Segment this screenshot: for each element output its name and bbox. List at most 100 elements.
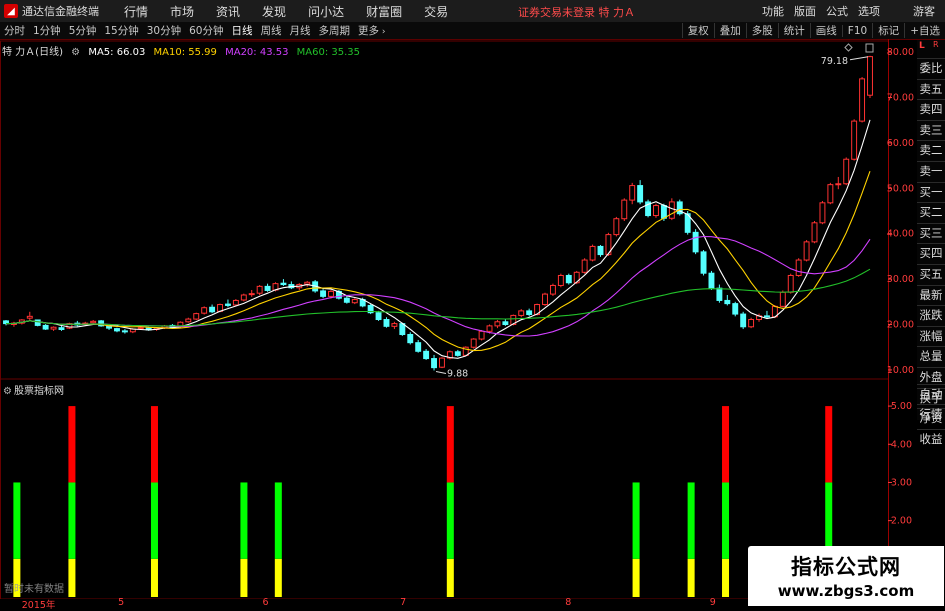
quote-tab[interactable]: 总量 xyxy=(917,346,945,367)
signal-bar xyxy=(446,406,454,597)
candle-body xyxy=(859,78,866,122)
menu-item-xuanxiang[interactable]: 选项 xyxy=(858,3,880,19)
signal-bar xyxy=(240,482,248,597)
quote-tab[interactable]: 卖三 xyxy=(917,119,945,141)
period-1min[interactable]: 1分钟 xyxy=(33,23,61,38)
candle-body xyxy=(597,245,604,256)
kline-chart[interactable]: 80.00 70.00 60.00 50.00 40.00 30.00 20.00 10.00… xyxy=(0,39,917,599)
candle xyxy=(676,199,683,216)
candle-body xyxy=(320,290,327,297)
candle-body xyxy=(431,358,437,369)
candle xyxy=(526,308,533,317)
period-more[interactable]: 更多 › xyxy=(358,23,385,38)
tool-huaxian[interactable]: 画线 xyxy=(809,23,842,38)
signal-segment-green xyxy=(274,482,282,559)
signal-segment-green xyxy=(240,482,248,559)
quote-tab[interactable]: 涨跌 xyxy=(917,305,945,326)
period-fenshi[interactable]: 分时 xyxy=(4,23,25,38)
candle xyxy=(653,203,659,218)
square-icon xyxy=(865,43,874,53)
candle xyxy=(42,324,49,330)
period-weekly[interactable]: 周线 xyxy=(261,23,282,38)
menu-item-caifuquan[interactable]: 财富圈 xyxy=(366,3,402,20)
menu-item-hangqing[interactable]: 行情 xyxy=(124,3,148,20)
candle xyxy=(3,319,9,326)
candle-body xyxy=(209,306,216,313)
quote-tab[interactable]: 委比 xyxy=(917,58,945,79)
panel-header-l[interactable]: L xyxy=(919,41,925,51)
quote-tab[interactable]: 买三 xyxy=(917,222,945,244)
panel-header-r[interactable]: R xyxy=(933,40,939,49)
candle xyxy=(589,244,596,262)
quote-tab[interactable]: 卖四 xyxy=(917,99,945,120)
panel-header: L R xyxy=(917,40,945,58)
quote-tab[interactable]: 卖五 xyxy=(917,78,945,100)
period-60min[interactable]: 60分钟 xyxy=(189,23,223,38)
menu-item-shichang[interactable]: 市场 xyxy=(170,3,194,20)
quote-tab[interactable]: 卖二 xyxy=(917,140,945,161)
ma20-label: MA20: 43.53 xyxy=(225,47,289,58)
period-5min[interactable]: 5分钟 xyxy=(69,23,97,38)
quote-tab[interactable]: 收益 xyxy=(917,428,945,450)
quote-tab[interactable]: 买五 xyxy=(917,263,945,285)
candle xyxy=(851,119,858,161)
period-multi[interactable]: 多周期 xyxy=(319,23,351,38)
indicator-title[interactable]: ⚙ 股票指标网 xyxy=(3,382,64,397)
candle xyxy=(708,270,715,291)
period-15min[interactable]: 15分钟 xyxy=(104,23,138,38)
guest-label[interactable]: 游客 xyxy=(913,3,935,19)
menu-item-zixun[interactable]: 资讯 xyxy=(216,3,240,20)
tool-biaoji[interactable]: 标记 xyxy=(872,23,904,38)
candle-body xyxy=(185,318,192,323)
quote-tab[interactable]: 最新 xyxy=(917,284,945,306)
tool-zixuan[interactable]: +自选 xyxy=(904,23,945,38)
tool-f10[interactable]: F10 xyxy=(841,24,872,37)
menu-item-gongneng[interactable]: 功能 xyxy=(762,3,784,19)
candle xyxy=(351,298,358,305)
menu-item-banmian[interactable]: 版面 xyxy=(794,3,816,19)
tool-fuquan[interactable]: 复权 xyxy=(681,23,714,38)
menu-item-wenxiaoda[interactable]: 问小达 xyxy=(308,3,344,20)
quote-tab[interactable]: 卖一 xyxy=(917,160,945,182)
candle-body xyxy=(121,330,128,333)
high-annotation: 79.18 xyxy=(821,56,848,67)
candle-body xyxy=(779,291,786,307)
quote-tab[interactable]: 买四 xyxy=(917,243,945,264)
candle xyxy=(629,182,636,205)
tool-diejia[interactable]: 叠加 xyxy=(713,23,746,38)
signal-segment-yellow xyxy=(446,558,454,597)
tool-tongji[interactable]: 统计 xyxy=(777,23,810,38)
quote-tab[interactable]: 买二 xyxy=(917,202,945,223)
quote-tab[interactable]: 买一 xyxy=(917,181,945,203)
period-daily[interactable]: 日线 xyxy=(232,23,253,38)
period-monthly[interactable]: 月线 xyxy=(290,23,311,38)
candle xyxy=(542,292,548,306)
right-quote-panel: L R 委比 卖五 卖四 卖三 卖二 卖一 买一 买二 买三 买四 买五 最新 涨跌 涨幅 总量 外盘 换手 净资… xyxy=(917,40,945,446)
tab-hangqing[interactable]: 行情 xyxy=(917,404,945,424)
period-30min[interactable]: 30分钟 xyxy=(147,23,181,38)
signal-bar xyxy=(68,406,76,597)
price-tick-label: 50.00 xyxy=(887,183,914,194)
candle-body xyxy=(827,184,834,204)
candle xyxy=(787,273,794,294)
candle-body xyxy=(629,185,636,201)
signal-bar xyxy=(632,482,640,597)
login-notice[interactable]: 证券交易未登录 特 力Ａ xyxy=(518,4,635,20)
menu-item-jiaoyi[interactable]: 交易 xyxy=(424,3,448,20)
candle xyxy=(859,77,866,123)
candle-body xyxy=(542,293,548,306)
settings-icon[interactable]: ⚙ xyxy=(3,386,12,397)
candle-body xyxy=(137,327,144,330)
candle xyxy=(256,285,263,295)
tool-duogu[interactable]: 多股 xyxy=(745,23,778,38)
menu-item-faxian[interactable]: 发现 xyxy=(262,3,286,20)
tab-auto[interactable]: 自动 xyxy=(917,384,945,404)
candle-body xyxy=(724,299,731,305)
candle xyxy=(114,327,120,333)
quote-tab[interactable]: 涨幅 xyxy=(917,325,945,347)
menu-item-gongshi[interactable]: 公式 xyxy=(826,3,848,19)
candle xyxy=(748,317,755,329)
settings-icon[interactable]: ⚙ xyxy=(71,47,80,58)
candle xyxy=(375,310,382,321)
candle-body xyxy=(502,321,509,326)
